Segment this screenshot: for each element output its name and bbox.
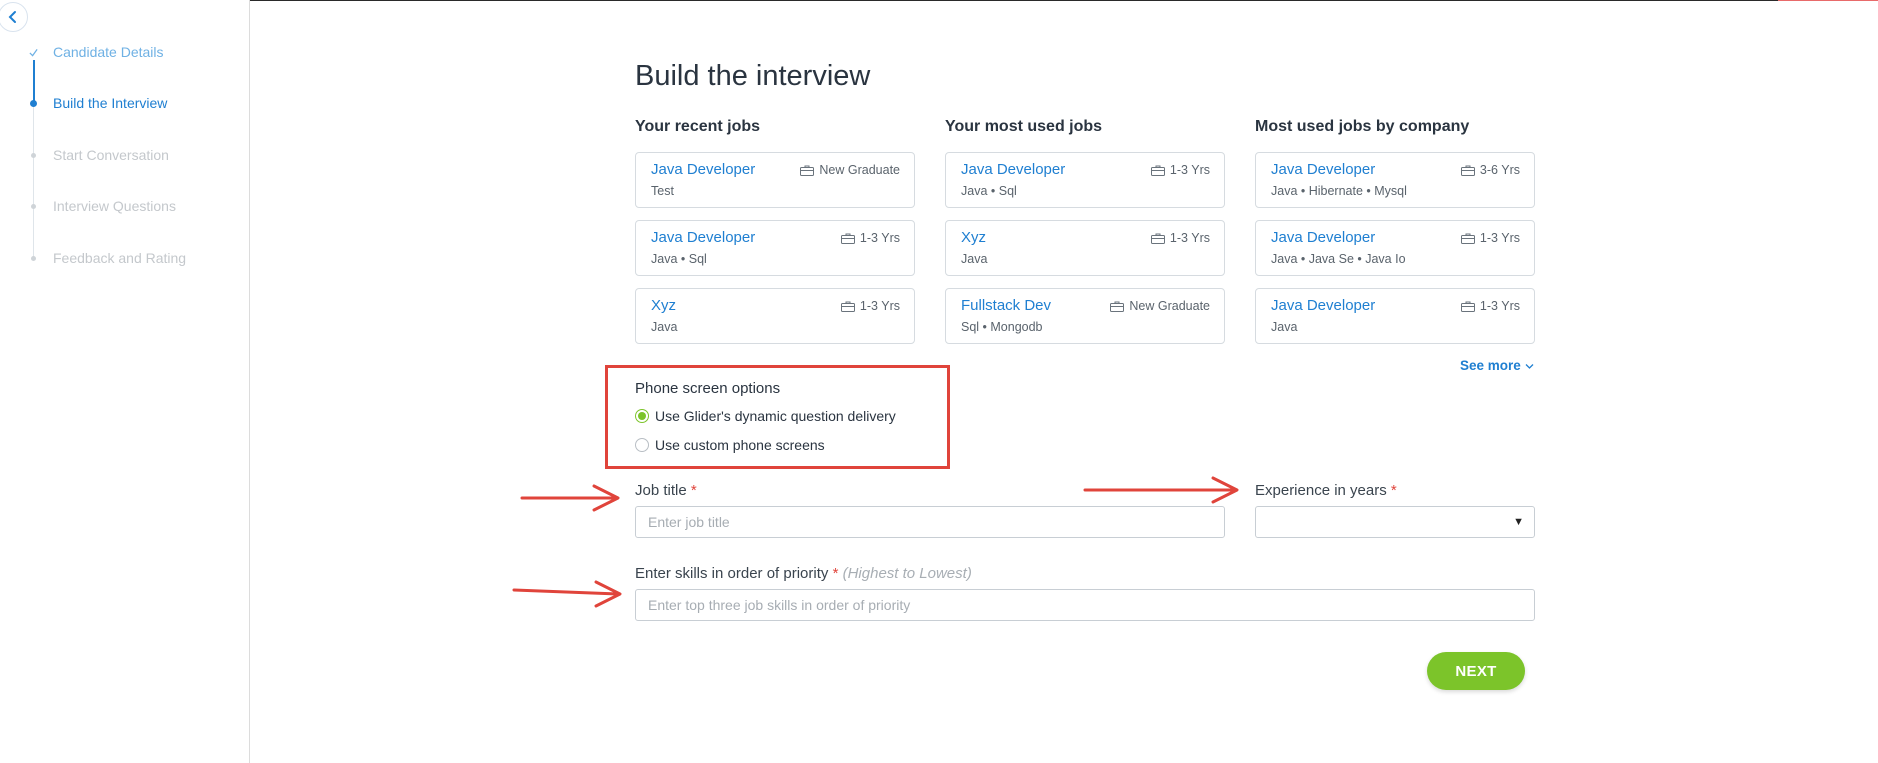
radio-checked-icon[interactable] (635, 409, 649, 423)
briefcase-icon (1460, 165, 1475, 176)
step-label: Build the Interview (53, 95, 168, 111)
back-button[interactable] (0, 2, 28, 32)
job-experience: 3-6 Yrs (1460, 163, 1520, 177)
skills-hint: (Highest to Lowest) (842, 565, 972, 582)
step-feedback-rating[interactable]: Feedback and Rating (0, 249, 240, 269)
job-experience: New Graduate (1110, 299, 1210, 313)
job-skills: Java • Hibernate • Mysql (1271, 184, 1407, 198)
annotation-arrow (1083, 476, 1239, 504)
job-title-label: Job title * (635, 482, 697, 499)
job-card[interactable]: Java Developer New Graduate Test (635, 152, 915, 208)
job-card[interactable]: Java Developer 3-6 Yrs Java • Hibernate … (1255, 152, 1535, 208)
job-experience: 1-3 Yrs (840, 231, 900, 245)
job-skills: Java (651, 320, 678, 334)
job-experience: New Graduate (800, 163, 900, 177)
most-used-jobs-heading: Your most used jobs (945, 118, 1103, 135)
step-candidate-details[interactable]: Candidate Details (0, 43, 240, 63)
active-dot-icon (29, 99, 38, 108)
phone-screen-options-title: Phone screen options (635, 380, 781, 397)
step-interview-questions[interactable]: Interview Questions (0, 197, 240, 217)
step-start-conversation[interactable]: Start Conversation (0, 146, 240, 166)
job-skills: Java • Sql (961, 184, 1017, 198)
step-label: Candidate Details (53, 44, 164, 60)
sidebar: Candidate Details Build the Interview St… (0, 0, 250, 763)
job-card[interactable]: Xyz 1-3 Yrs Java (945, 220, 1225, 276)
job-title-link[interactable]: Xyz (961, 229, 986, 246)
briefcase-icon (840, 301, 855, 312)
briefcase-icon (1150, 233, 1165, 244)
job-card[interactable]: Fullstack Dev New Graduate Sql • Mongodb (945, 288, 1225, 344)
company-jobs-heading: Most used jobs by company (1255, 118, 1470, 135)
pending-dot-icon (29, 151, 38, 160)
job-experience: 1-3 Yrs (1460, 231, 1520, 245)
experience-select[interactable]: ▼ (1255, 506, 1535, 538)
see-more-link[interactable]: See more (1460, 358, 1534, 373)
briefcase-icon (1460, 301, 1475, 312)
top-border (0, 0, 1878, 1)
job-title-link[interactable]: Xyz (651, 297, 676, 314)
job-skills: Test (651, 184, 674, 198)
annotation-arrow (520, 484, 620, 512)
job-experience: 1-3 Yrs (1150, 163, 1210, 177)
pending-dot-icon (29, 202, 38, 211)
job-card[interactable]: Java Developer 1-3 Yrs Java • Sql (635, 220, 915, 276)
job-title-link[interactable]: Fullstack Dev (961, 297, 1051, 314)
skills-input[interactable] (635, 589, 1535, 621)
job-card[interactable]: Java Developer 1-3 Yrs Java • Sql (945, 152, 1225, 208)
top-border-accent (1778, 0, 1878, 1)
pending-dot-icon (29, 254, 38, 263)
job-title-link[interactable]: Java Developer (961, 161, 1065, 178)
recent-jobs-heading: Your recent jobs (635, 118, 761, 135)
chevron-down-icon (1525, 364, 1534, 369)
annotation-arrow (512, 580, 622, 608)
radio-label: Use Glider's dynamic question delivery (655, 408, 896, 424)
job-skills: Sql • Mongodb (961, 320, 1043, 334)
job-title-link[interactable]: Java Developer (1271, 229, 1375, 246)
briefcase-icon (840, 233, 855, 244)
job-experience: 1-3 Yrs (840, 299, 900, 313)
job-skills: Java (1271, 320, 1298, 334)
radio-dynamic-delivery[interactable]: Use Glider's dynamic question delivery (635, 406, 896, 426)
page-title: Build the interview (635, 60, 871, 92)
job-experience: 1-3 Yrs (1460, 299, 1520, 313)
next-button[interactable]: NEXT (1427, 652, 1525, 690)
briefcase-icon (1110, 301, 1125, 312)
radio-unchecked-icon[interactable] (635, 438, 649, 452)
job-title-link[interactable]: Java Developer (1271, 161, 1375, 178)
radio-label: Use custom phone screens (655, 437, 825, 453)
job-card[interactable]: Xyz 1-3 Yrs Java (635, 288, 915, 344)
step-build-interview[interactable]: Build the Interview (0, 94, 240, 114)
step-label: Feedback and Rating (53, 250, 187, 266)
experience-label: Experience in years * (1255, 482, 1397, 499)
caret-down-icon: ▼ (1513, 516, 1524, 528)
job-title-link[interactable]: Java Developer (651, 229, 755, 246)
job-skills: Java • Java Se • Java Io (1271, 252, 1406, 266)
job-title-input[interactable] (635, 506, 1225, 538)
job-card[interactable]: Java Developer 1-3 Yrs Java (1255, 288, 1535, 344)
job-skills: Java • Sql (651, 252, 707, 266)
briefcase-icon (1460, 233, 1475, 244)
job-experience: 1-3 Yrs (1150, 231, 1210, 245)
skills-label: Enter skills in order of priority * (Hig… (635, 565, 972, 582)
briefcase-icon (800, 165, 815, 176)
check-icon (29, 48, 38, 57)
step-label: Start Conversation (53, 147, 169, 163)
job-skills: Java (961, 252, 988, 266)
job-title-link[interactable]: Java Developer (651, 161, 755, 178)
chevron-left-icon (8, 11, 16, 23)
briefcase-icon (1150, 165, 1165, 176)
job-title-link[interactable]: Java Developer (1271, 297, 1375, 314)
job-card[interactable]: Java Developer 1-3 Yrs Java • Java Se • … (1255, 220, 1535, 276)
radio-custom-screens[interactable]: Use custom phone screens (635, 435, 825, 455)
step-label: Interview Questions (53, 198, 176, 214)
